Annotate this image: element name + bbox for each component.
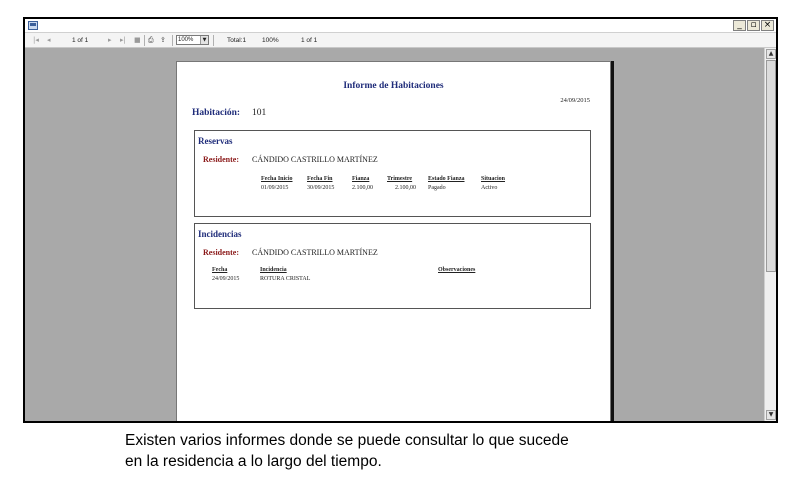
residente-value: CÁNDIDO CASTRILLO MARTÍNEZ <box>252 155 378 164</box>
zoom-status: 100% <box>262 37 279 44</box>
column-header-fecha-inicio: Fecha Inicio <box>261 176 293 182</box>
scroll-up-icon[interactable]: ▲ <box>766 49 776 59</box>
viewer-toolbar: |◂ ◂ 1 of 1 ▸ ▸| ■ ⎙ ⇪ 100% ▼ Total:1 10… <box>25 33 776 48</box>
previous-page-icon[interactable]: ◂ <box>47 36 51 45</box>
report-date: 24/09/2015 <box>560 97 590 104</box>
scroll-thumb[interactable] <box>766 60 776 272</box>
window-controls: _ ▫ × <box>733 20 774 31</box>
column-header-trimestre: Trimestre <box>387 176 413 182</box>
column-header-fecha-fin: Fecha Fin <box>307 176 333 182</box>
title-bar: _ ▫ × <box>25 19 776 33</box>
page-indicator: 1 of 1 <box>72 37 89 44</box>
table-cell: Activo <box>481 185 498 191</box>
report-title: Informe de Habitaciones <box>343 81 444 91</box>
toolbar-separator <box>172 35 173 46</box>
page-status: 1 of 1 <box>301 37 318 44</box>
caption-text: Existen varios informes donde se puede c… <box>125 430 745 472</box>
toolbar-separator <box>213 35 214 46</box>
incidencias-title: Incidencias <box>198 229 242 239</box>
residente-label: Residente: <box>203 155 239 164</box>
minimize-button[interactable]: _ <box>733 20 746 31</box>
table-cell: Pagado <box>428 185 446 191</box>
reservas-section: Reservas Residente: CÁNDIDO CASTRILLO MA… <box>194 130 591 217</box>
table-cell: 01/09/2015 <box>261 185 289 191</box>
export-icon[interactable]: ⇪ <box>160 36 166 45</box>
residente-value: CÁNDIDO CASTRILLO MARTÍNEZ <box>252 248 378 257</box>
next-page-icon[interactable]: ▸ <box>108 36 112 45</box>
chevron-down-icon[interactable]: ▼ <box>200 36 208 44</box>
table-cell: 2.100,00 <box>352 185 373 191</box>
table-cell: 24/09/2015 <box>212 276 240 282</box>
toolbar-separator <box>144 35 145 46</box>
column-header-estado-fianza: Estado Fianza <box>428 176 465 182</box>
last-page-icon[interactable]: ▸| <box>120 36 126 45</box>
column-header-observaciones: Observaciones <box>438 267 476 273</box>
reservas-title: Reservas <box>198 136 233 146</box>
printer-icon[interactable]: ⎙ <box>148 36 154 45</box>
zoom-select[interactable]: 100% ▼ <box>176 35 209 45</box>
report-viewer-window: _ ▫ × |◂ ◂ 1 of 1 ▸ ▸| ■ ⎙ ⇪ 100% ▼ Tota… <box>23 17 778 423</box>
column-header-fecha: Fecha <box>212 267 228 273</box>
habitacion-label: Habitación: <box>192 108 241 118</box>
caption-line: en la residencia a lo largo del tiempo. <box>125 453 382 470</box>
column-header-incidencia: Incidencia <box>260 267 287 273</box>
app-icon <box>28 21 38 30</box>
incidencias-section: Incidencias Residente: CÁNDIDO CASTRILLO… <box>194 223 591 309</box>
caption-line: Existen varios informes donde se puede c… <box>125 432 569 449</box>
table-cell: ROTURA CRISTAL <box>260 276 311 282</box>
habitacion-value: 101 <box>252 108 267 118</box>
column-header-situacion: Situacion <box>481 176 506 182</box>
column-header-fianza: Fianza <box>352 176 370 182</box>
table-cell: 2.100,00 <box>395 185 416 191</box>
stop-icon[interactable]: ■ <box>134 36 141 45</box>
scroll-down-icon[interactable]: ▼ <box>766 410 776 420</box>
zoom-select-value: 100% <box>178 37 194 43</box>
total-label: Total:1 <box>227 37 247 44</box>
table-cell: 30/09/2015 <box>307 185 335 191</box>
close-button[interactable]: × <box>761 20 774 31</box>
residente-label: Residente: <box>203 248 239 257</box>
report-page: Informe de Habitaciones 24/09/2015 Habit… <box>176 61 611 421</box>
restore-button[interactable]: ▫ <box>747 20 760 31</box>
vertical-scrollbar[interactable]: ▲ ▼ <box>764 48 776 421</box>
first-page-icon[interactable]: |◂ <box>33 36 39 45</box>
